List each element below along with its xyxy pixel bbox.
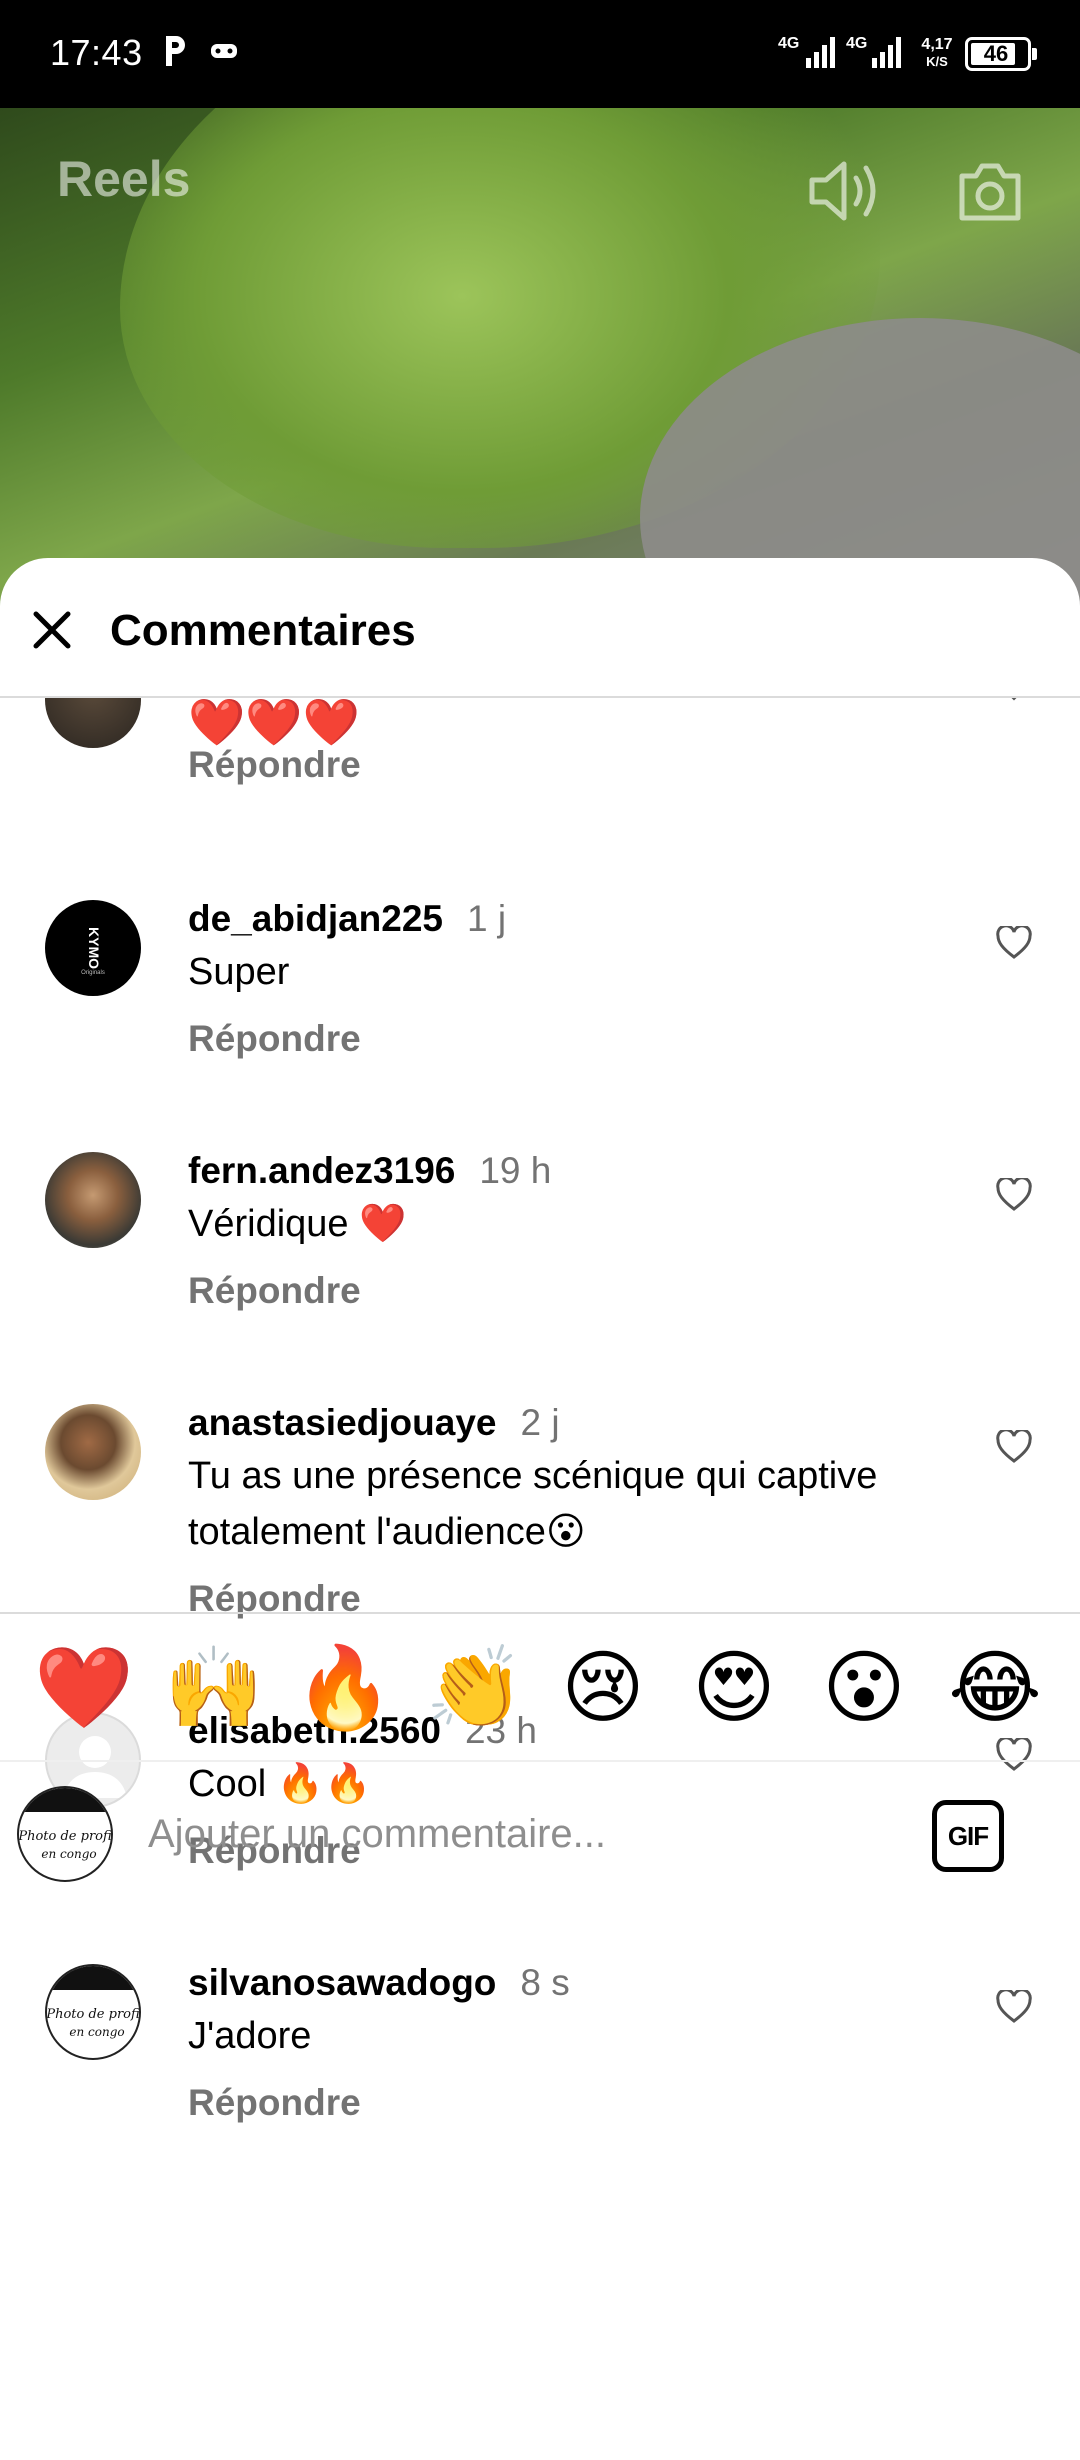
like-heart-icon[interactable]: [996, 1430, 1032, 1464]
emoji-crying-face[interactable]: 😢: [555, 1640, 651, 1736]
comment-username[interactable]: fern.andez3196 19 h: [188, 1150, 551, 1192]
sheet-header: Commentaires: [0, 558, 1080, 698]
svg-text:en congo: en congo: [69, 2025, 124, 2039]
emoji-raising-hands[interactable]: 🙌: [164, 1640, 264, 1736]
emoji-quick-bar: ❤️ 🙌 🔥 👏 😢 😍 😮 😂: [0, 1612, 1080, 1760]
emoji-heart[interactable]: ❤️: [34, 1640, 134, 1736]
photo-de-profil-avatar[interactable]: Photo de profi en congo: [45, 1964, 141, 2060]
status-bar: 17:43 4G 4G 4,17 K/S 46: [0, 0, 1080, 108]
game-controller-icon: [211, 44, 237, 58]
svg-text:Originals: Originals: [81, 970, 105, 976]
signal-strength-icon: [872, 37, 901, 68]
comment-text: Tu as une présence scénique qui captive …: [188, 1455, 878, 1553]
close-icon[interactable]: [30, 608, 74, 652]
comments-sheet: Commentaires ❤️❤️❤️ Répondre KYMO Origin…: [0, 558, 1080, 2460]
status-time: 17:43: [50, 32, 143, 73]
emoji-fire[interactable]: 🔥: [294, 1640, 394, 1736]
signal-strength-icon: [806, 37, 835, 68]
parking-app-icon: [166, 36, 185, 66]
network-type-1: 4G: [778, 35, 800, 52]
comment-username[interactable]: anastasiedjouaye 2 j: [188, 1402, 560, 1444]
comment-username[interactable]: de_abidjan225 1 j: [188, 898, 506, 940]
sheet-title: Commentaires: [110, 606, 416, 655]
comment-text: J'adore: [188, 2015, 312, 2057]
reply-button[interactable]: Répondre: [188, 744, 361, 786]
battery-level: 46: [983, 41, 1009, 66]
reels-title: Reels: [57, 151, 191, 207]
own-avatar[interactable]: Photo de profi en congo: [17, 1786, 113, 1882]
emoji-surprised-face[interactable]: 😮: [816, 1640, 912, 1736]
reply-button[interactable]: Répondre: [188, 1270, 361, 1312]
comment-list[interactable]: ❤️❤️❤️ Répondre KYMO Originals de_abidja…: [0, 698, 1080, 2170]
kymo-logo-avatar[interactable]: KYMO Originals: [45, 900, 141, 996]
speaker-volume-icon[interactable]: [808, 158, 882, 224]
comment-username[interactable]: silvanosawadogo 8 s: [188, 1962, 570, 2004]
comment-text: Super: [188, 951, 290, 993]
svg-text:KYMO: KYMO: [86, 927, 102, 969]
partial-avatar[interactable]: [45, 698, 141, 748]
svg-text:en congo: en congo: [41, 1847, 96, 1861]
battery-icon: 46: [965, 37, 1037, 71]
comment-time: 19 h: [479, 1150, 552, 1191]
emoji-clapping-hands[interactable]: 👏: [425, 1640, 525, 1736]
comment-input[interactable]: [148, 1802, 908, 1866]
like-heart-icon[interactable]: [996, 698, 1032, 706]
man-sunglasses-avatar[interactable]: [45, 1404, 141, 1500]
network-speed: 4,17 K/S: [921, 36, 953, 69]
comment-text: ❤️❤️❤️: [188, 698, 360, 748]
gif-button[interactable]: GIF: [932, 1800, 1004, 1872]
reply-button[interactable]: Répondre: [188, 1018, 361, 1060]
camera-icon[interactable]: [956, 158, 1024, 224]
comment-composer: Photo de profi en congo GIF: [0, 1760, 1080, 1902]
emoji-tears-of-joy[interactable]: 😂: [947, 1640, 1043, 1736]
emoji-heart-eyes[interactable]: 😍: [686, 1640, 782, 1736]
comment-time: 1 j: [467, 898, 507, 939]
man-photo-avatar[interactable]: [45, 1152, 141, 1248]
svg-text:Photo de profi: Photo de profi: [19, 1829, 111, 1844]
reply-button[interactable]: Répondre: [188, 2082, 361, 2124]
comment-text: Véridique ❤️: [188, 1203, 407, 1245]
svg-text:Photo de profi: Photo de profi: [47, 2007, 139, 2022]
like-heart-icon[interactable]: [996, 1990, 1032, 2024]
comment-time: 2 j: [520, 1402, 560, 1443]
comment-time: 8 s: [520, 1962, 570, 2003]
like-heart-icon[interactable]: [996, 1178, 1032, 1212]
network-type-2: 4G: [846, 35, 868, 52]
like-heart-icon[interactable]: [996, 926, 1032, 960]
